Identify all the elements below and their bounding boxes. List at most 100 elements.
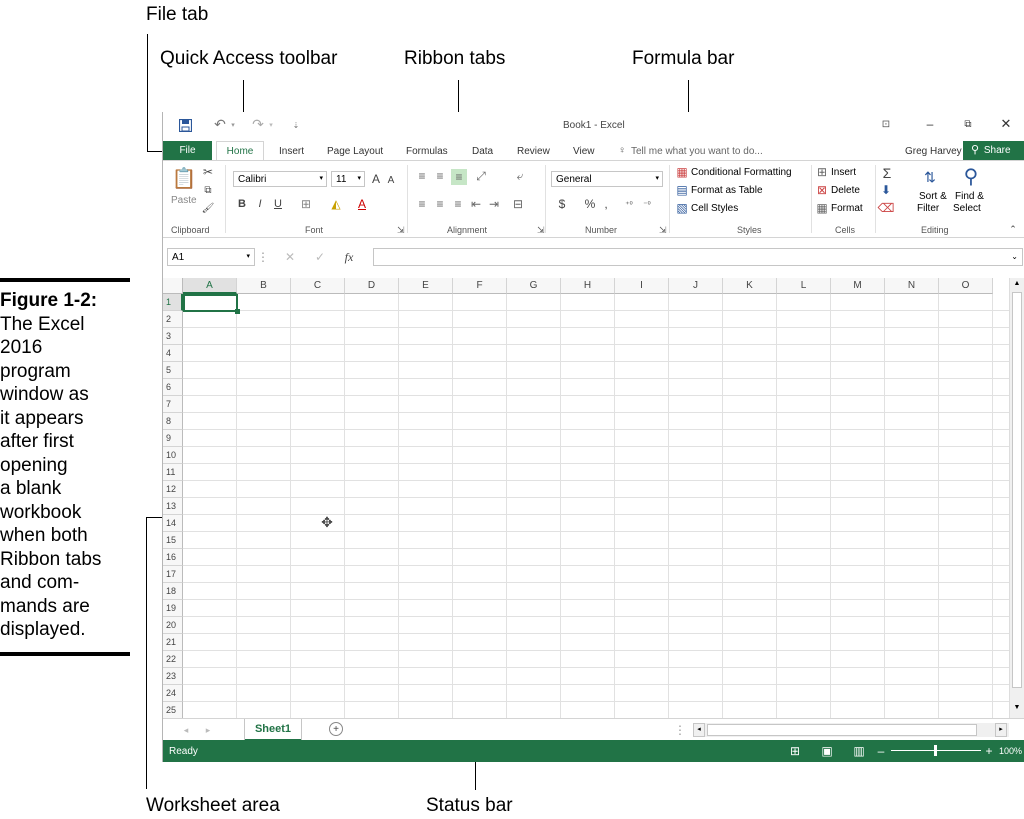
scroll-up-icon[interactable]: ▲: [1012, 280, 1022, 290]
merge-center-icon[interactable]: ⊟: [511, 197, 525, 211]
alignment-launcher-icon[interactable]: ⇲: [537, 225, 545, 236]
fill-icon[interactable]: ⬇: [879, 183, 893, 197]
undo-dropdown-icon[interactable]: ▾: [229, 117, 237, 133]
scroll-sheets-left-icon[interactable]: ◂: [181, 723, 191, 737]
fill-handle[interactable]: [235, 309, 240, 314]
increase-font-icon[interactable]: A: [369, 171, 383, 187]
page-break-preview-icon[interactable]: ▥: [851, 743, 867, 759]
row-header-16[interactable]: 16: [163, 549, 183, 566]
cut-icon[interactable]: ✂: [201, 165, 215, 179]
restore-icon[interactable]: ⧉: [961, 117, 975, 131]
row-header-22[interactable]: 22: [163, 651, 183, 668]
font-size-box[interactable]: 11 ▾: [331, 171, 365, 187]
borders-icon[interactable]: ⊞: [299, 197, 313, 211]
increase-decimal-icon[interactable]: ⁺⁰: [621, 197, 637, 211]
copy-icon[interactable]: ⧉: [201, 183, 215, 197]
scroll-sheets-right-icon[interactable]: ▸: [203, 723, 213, 737]
zoom-level[interactable]: 100%: [999, 746, 1022, 756]
percent-style-icon[interactable]: %: [583, 197, 597, 211]
autosum-icon[interactable]: Σ: [879, 165, 895, 181]
row-header-21[interactable]: 21: [163, 634, 183, 651]
collapse-ribbon-icon[interactable]: ⌃: [1007, 223, 1019, 235]
name-box[interactable]: A1 ▾: [167, 248, 255, 266]
delete-cells-button[interactable]: Delete: [831, 185, 860, 196]
horizontal-scroll-thumb[interactable]: [707, 724, 977, 736]
insert-cells-button[interactable]: Insert: [831, 167, 856, 178]
column-header-e[interactable]: E: [399, 278, 453, 294]
column-header-o[interactable]: O: [939, 278, 993, 294]
tab-home[interactable]: Home: [216, 141, 264, 160]
row-header-8[interactable]: 8: [163, 413, 183, 430]
align-left-icon[interactable]: ≡: [415, 197, 429, 211]
redo-dropdown-icon[interactable]: ▾: [267, 117, 275, 133]
worksheet-area[interactable]: ABCDEFGHIJKLMNO 1 2 3 4 5 6 7 8 9 10 11 12 13 14 15 16 1…: [163, 278, 1024, 719]
sort-filter-label-2[interactable]: Filter: [917, 203, 939, 214]
tab-review[interactable]: Review: [517, 146, 550, 157]
increase-indent-icon[interactable]: ⇥: [487, 197, 501, 211]
tab-page-layout[interactable]: Page Layout: [327, 146, 383, 157]
format-painter-icon[interactable]: 🖌: [201, 201, 215, 215]
ribbon-display-options-icon[interactable]: ⊡: [879, 117, 893, 131]
row-header-12[interactable]: 12: [163, 481, 183, 498]
cancel-entry-icon[interactable]: ✕: [283, 250, 297, 264]
horizontal-scrollbar[interactable]: ◂ ▸: [693, 723, 1009, 737]
column-header-h[interactable]: H: [561, 278, 615, 294]
formula-input[interactable]: ⌄: [373, 248, 1023, 266]
zoom-slider-thumb[interactable]: [934, 745, 937, 756]
scroll-right-icon[interactable]: ▸: [995, 723, 1007, 737]
row-header-23[interactable]: 23: [163, 668, 183, 685]
zoom-in-icon[interactable]: +: [983, 743, 995, 759]
column-header-f[interactable]: F: [453, 278, 507, 294]
row-header-17[interactable]: 17: [163, 566, 183, 583]
tab-insert[interactable]: Insert: [279, 146, 304, 157]
row-header-18[interactable]: 18: [163, 583, 183, 600]
sheet-tab-sheet1[interactable]: Sheet1: [245, 719, 301, 741]
find-select-icon[interactable]: ⚲: [959, 163, 983, 189]
page-layout-view-icon[interactable]: ▣: [819, 743, 835, 759]
row-header-14[interactable]: 14: [163, 515, 183, 532]
scroll-down-icon[interactable]: ▼: [1012, 704, 1022, 714]
column-header-l[interactable]: L: [777, 278, 831, 294]
paste-icon[interactable]: 📋: [172, 165, 197, 191]
tab-file[interactable]: File: [163, 141, 212, 160]
find-select-label-1[interactable]: Find &: [955, 191, 984, 202]
bottom-align-icon[interactable]: ≡: [451, 169, 467, 185]
font-name-box[interactable]: Calibri ▾: [233, 171, 327, 187]
paste-label[interactable]: Paste: [171, 195, 197, 206]
column-header-n[interactable]: N: [885, 278, 939, 294]
format-as-table-button[interactable]: Format as Table: [691, 185, 763, 196]
sort-filter-icon[interactable]: ⇅: [919, 165, 941, 189]
wrap-text-icon[interactable]: ⤶: [513, 169, 527, 183]
conditional-formatting-button[interactable]: Conditional Formatting: [691, 167, 792, 178]
customize-qat-icon[interactable]: ⇣: [291, 117, 301, 133]
fill-color-icon[interactable]: ◭: [329, 197, 343, 211]
row-header-3[interactable]: 3: [163, 328, 183, 345]
center-icon[interactable]: ≡: [433, 197, 447, 211]
column-header-b[interactable]: B: [237, 278, 291, 294]
underline-icon[interactable]: U: [271, 197, 285, 211]
decrease-indent-icon[interactable]: ⇤: [469, 197, 483, 211]
column-header-a[interactable]: A: [183, 278, 237, 294]
column-header-m[interactable]: M: [831, 278, 885, 294]
select-all-corner[interactable]: [163, 278, 183, 294]
column-header-c[interactable]: C: [291, 278, 345, 294]
middle-align-icon[interactable]: ≡: [433, 169, 447, 183]
share-button[interactable]: ⚲ Share: [963, 141, 1024, 160]
tab-formulas[interactable]: Formulas: [406, 146, 448, 157]
column-header-i[interactable]: I: [615, 278, 669, 294]
sort-filter-label-1[interactable]: Sort &: [919, 191, 947, 202]
vertical-scrollbar[interactable]: ▲ ▼: [1009, 278, 1024, 718]
row-header-20[interactable]: 20: [163, 617, 183, 634]
orientation-icon[interactable]: ⤢: [473, 169, 489, 183]
tab-data[interactable]: Data: [472, 146, 493, 157]
tell-me-box[interactable]: Tell me what you want to do...: [631, 146, 763, 157]
insert-function-icon[interactable]: fx: [341, 250, 357, 264]
vertical-scroll-thumb[interactable]: [1012, 292, 1022, 688]
redo-icon[interactable]: ↷: [251, 116, 265, 132]
save-icon[interactable]: [177, 117, 193, 133]
minimize-icon[interactable]: –: [923, 117, 937, 131]
undo-icon[interactable]: ↶: [213, 116, 227, 132]
new-sheet-icon[interactable]: +: [329, 722, 343, 736]
row-header-5[interactable]: 5: [163, 362, 183, 379]
number-format-box[interactable]: General ▾: [551, 171, 663, 187]
